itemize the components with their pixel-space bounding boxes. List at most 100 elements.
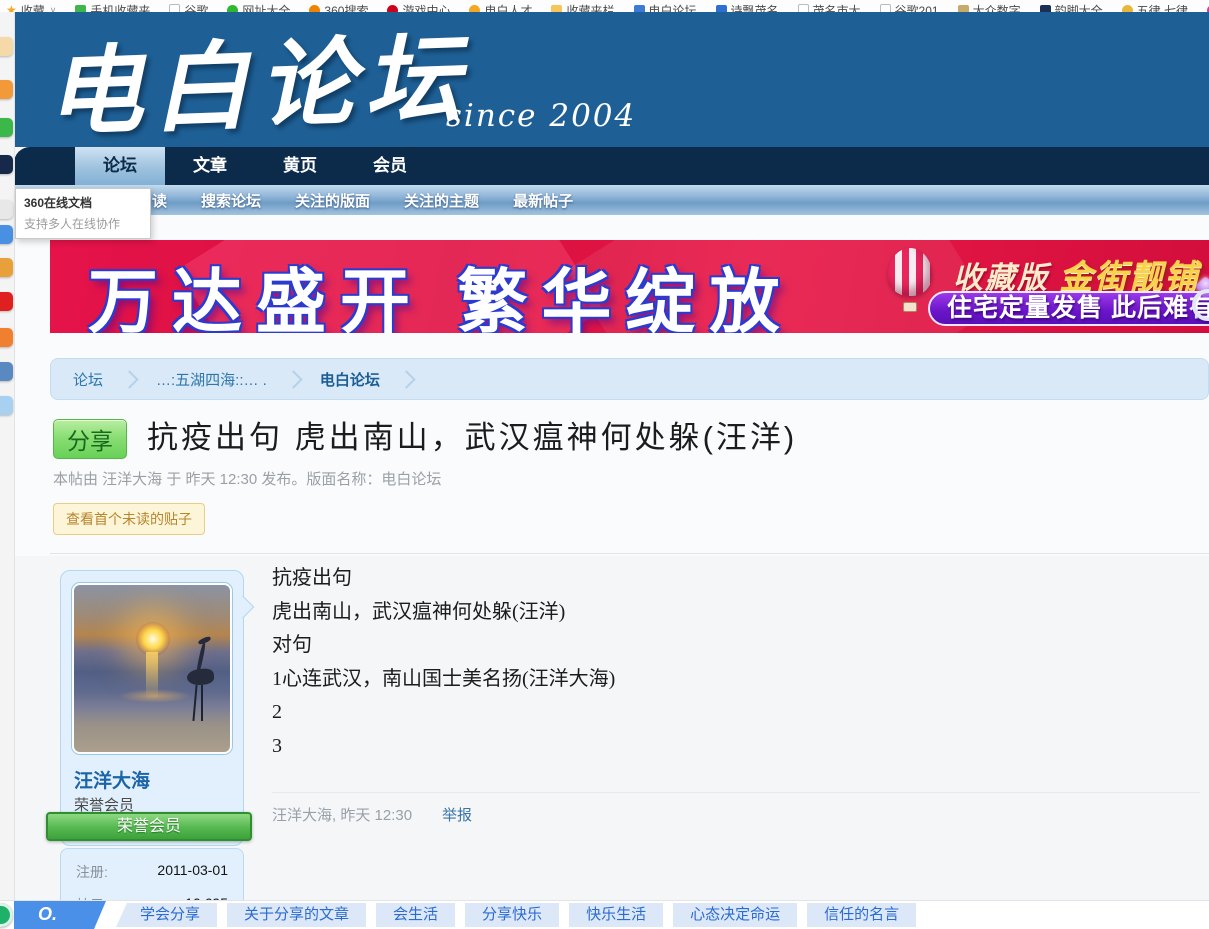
breadcrumb-item[interactable]: 论坛 bbox=[73, 369, 103, 390]
avatar-heron-leg bbox=[201, 685, 203, 721]
bookmark-label: 电白人才 bbox=[484, 2, 532, 13]
post-content-line: 3 bbox=[272, 730, 1172, 764]
balloon-basket bbox=[903, 302, 917, 312]
bookmark-icon bbox=[958, 5, 969, 13]
report-link[interactable]: 举报 bbox=[442, 804, 472, 825]
avatar-heron-body bbox=[187, 667, 216, 686]
tooltip-title: 360在线文档 bbox=[24, 194, 142, 211]
dock-app-9-icon[interactable] bbox=[0, 328, 13, 347]
extension-tooltip: 360在线文档 支持多人在线协作 bbox=[15, 188, 151, 239]
bottom-tab[interactable]: 学会分享 bbox=[116, 903, 217, 927]
bookmark-label: 韵脚大全 bbox=[1055, 2, 1103, 13]
bookmark-icon bbox=[880, 4, 891, 13]
bookmark-item[interactable]: 网址大全 bbox=[227, 0, 290, 12]
site-logo[interactable]: 电白论坛 bbox=[44, 12, 473, 147]
bookmark-item[interactable]: 五律 七律 bbox=[1122, 0, 1188, 12]
bottom-tab[interactable]: 信任的名言 bbox=[807, 903, 916, 927]
bookmark-icon bbox=[634, 5, 645, 13]
dock-app-1-icon[interactable] bbox=[0, 37, 13, 56]
post-content-line: 1心连武汉，南山国士美名扬(汪洋大海) bbox=[272, 663, 1172, 697]
author-role-popup-label: 荣誉会员 bbox=[117, 818, 181, 835]
dock-app-5-icon[interactable] bbox=[0, 200, 13, 219]
subnav-item[interactable]: 关注的版面 bbox=[295, 190, 370, 211]
dock-app-8-icon[interactable] bbox=[0, 292, 13, 311]
post-content-line: 虎出南山，武汉瘟神何处躲(汪洋) bbox=[272, 596, 1172, 630]
bookmark-item[interactable]: 电白论坛 bbox=[634, 0, 697, 12]
author-avatar[interactable] bbox=[72, 583, 232, 754]
bottom-tab[interactable]: 关于分享的文章 bbox=[227, 903, 366, 927]
subnav-item[interactable]: 关注的主题 bbox=[404, 190, 479, 211]
bottom-tab[interactable]: 心态决定命运 bbox=[673, 903, 797, 927]
bottom-tab[interactable]: 会生活 bbox=[376, 903, 455, 927]
bookmark-item[interactable]: 手机收藏夹 bbox=[75, 0, 150, 12]
bookmark-icon bbox=[798, 4, 809, 13]
post-content: 抗疫出句虎出南山，武汉瘟神何处躲(汪洋)对句1心连武汉，南山国士美名扬(汪洋大海… bbox=[272, 562, 1172, 763]
bookmark-label: 360搜索 bbox=[324, 2, 368, 13]
primary-nav: 论坛文章黄页会员 bbox=[14, 147, 1209, 185]
bookmark-label: 谷歌201 bbox=[895, 2, 939, 13]
bookmark-item[interactable]: 诗飘茂名 bbox=[716, 0, 779, 12]
dock-app-11-icon[interactable] bbox=[0, 396, 13, 415]
dock-app-6-icon[interactable] bbox=[0, 225, 13, 244]
bookmark-icon bbox=[75, 5, 86, 13]
bottom-tab[interactable]: 分享快乐 bbox=[465, 903, 559, 927]
bookmark-item[interactable]: 游戏中心 bbox=[387, 0, 450, 12]
banner-headline: 万达盛开 繁华绽放 bbox=[88, 246, 793, 333]
speed-dial-icon[interactable] bbox=[0, 903, 13, 927]
chevron-right-icon bbox=[120, 370, 138, 388]
post-content-line: 抗疫出句 bbox=[272, 562, 1172, 596]
bookmark-item[interactable]: 大众数字 bbox=[958, 0, 1021, 12]
bottom-tab[interactable]: 快乐生活 bbox=[569, 903, 663, 927]
thread-title: 抗疫出句 虎出南山，武汉瘟神何处躲(汪洋) bbox=[147, 412, 797, 457]
author-username[interactable]: 汪洋大海 bbox=[74, 766, 150, 793]
secondary-nav: 读 搜索论坛 关注的版面 关注的主题 最新帖子 bbox=[14, 185, 1209, 215]
tab-文章[interactable]: 文章 bbox=[165, 147, 255, 185]
balloon-envelope bbox=[888, 248, 932, 296]
breadcrumb-item[interactable]: …:五湖四海::… . bbox=[156, 369, 267, 390]
diamond-ring-icon bbox=[1188, 277, 1209, 317]
breadcrumb-item[interactable]: 电白论坛 bbox=[320, 369, 380, 390]
thread-type-badge[interactable]: 分享 bbox=[53, 419, 127, 459]
post-footer: 汪洋大海, 昨天 12:30 举报 bbox=[272, 792, 1200, 825]
bookmark-icon bbox=[169, 4, 180, 13]
dock-app-10-icon[interactable] bbox=[0, 362, 13, 381]
dock-app-7-icon[interactable] bbox=[0, 258, 13, 277]
ring-band bbox=[1192, 289, 1209, 321]
thread-meta: 本帖由 汪洋大海 于 昨天 12:30 发布。版面名称：电白论坛 bbox=[53, 468, 441, 489]
bookmark-icon bbox=[309, 5, 320, 13]
section-divider bbox=[50, 553, 1209, 554]
subnav-item[interactable]: 读 bbox=[152, 190, 167, 211]
subnav-item[interactable]: 最新帖子 bbox=[513, 190, 573, 211]
chevron-right-icon bbox=[397, 370, 415, 388]
bookmark-item[interactable]: 茂名市大 bbox=[798, 0, 861, 12]
bookmark-label: 收藏夹栏 bbox=[566, 2, 614, 13]
bookmark-item[interactable]: ★收藏∨ bbox=[6, 0, 56, 12]
bookmark-icon bbox=[387, 5, 398, 13]
post-content-line: 2 bbox=[272, 696, 1172, 730]
dock-app-4-icon[interactable] bbox=[0, 155, 13, 174]
banner-ad[interactable]: 万达盛开 繁华绽放 收藏版 金街靓铺 住宅定量发售 此后难有 bbox=[50, 240, 1209, 333]
bookmark-item[interactable]: 谷歌201 bbox=[880, 0, 939, 12]
dock-app-2-icon[interactable] bbox=[0, 80, 13, 99]
bookmark-item[interactable]: 360搜索 bbox=[309, 0, 368, 12]
bookmark-item[interactable]: 韵脚大全 bbox=[1040, 0, 1103, 12]
bookmark-icon bbox=[551, 5, 562, 13]
tab-黄页[interactable]: 黄页 bbox=[255, 147, 345, 185]
subnav-item[interactable]: 搜索论坛 bbox=[201, 190, 261, 211]
bookmark-item[interactable]: 电白人才 bbox=[469, 0, 532, 12]
bookmark-icon bbox=[469, 5, 480, 13]
stat-value: 2011-03-01 bbox=[157, 862, 228, 882]
tab-论坛[interactable]: 论坛 bbox=[75, 147, 165, 185]
chevron-down-icon: ∨ bbox=[50, 5, 57, 13]
bookmark-label: 茂名市大 bbox=[813, 2, 861, 13]
bookmark-icon bbox=[1122, 5, 1133, 13]
dock-app-3-icon[interactable] bbox=[0, 118, 13, 137]
bookmark-item[interactable]: 谷歌 bbox=[169, 0, 208, 12]
browser-bottom-bar: O. 学会分享关于分享的文章会生活分享快乐快乐生活心态决定命运信任的名言 bbox=[0, 901, 1209, 929]
tab-会员[interactable]: 会员 bbox=[345, 147, 435, 185]
search-logo[interactable]: O. bbox=[14, 901, 106, 929]
bookmark-item[interactable]: 收藏夹栏 bbox=[551, 0, 614, 12]
primary-nav-tabs: 论坛文章黄页会员 bbox=[75, 147, 435, 185]
nav-spacer bbox=[14, 147, 75, 185]
view-first-unread-button[interactable]: 查看首个未读的贴子 bbox=[53, 503, 205, 535]
